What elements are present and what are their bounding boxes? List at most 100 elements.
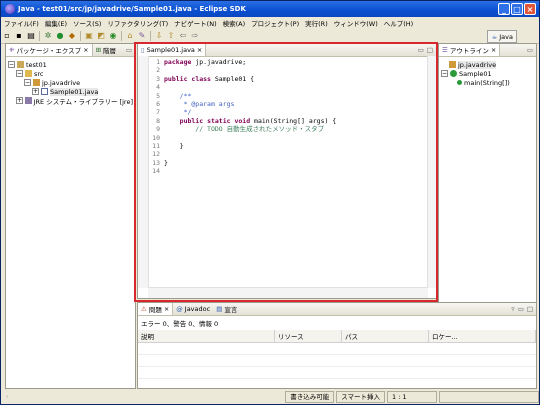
toolbar-separator (121, 31, 122, 41)
menu-project[interactable]: プロジェクト(P) (248, 18, 302, 28)
table-row (138, 378, 536, 388)
collapse-icon[interactable]: − (441, 70, 448, 77)
close-icon[interactable]: × (491, 46, 496, 54)
line-number: 12 (152, 150, 160, 159)
minimize-button[interactable]: _ (498, 3, 510, 15)
toolbar-separator (150, 31, 151, 41)
tree-item-jre[interactable]: + JRE システム・ライブラリー [jre] (8, 96, 133, 106)
java-perspective-icon: ☕ (491, 32, 498, 41)
status-writable: 書き込み可能 (285, 391, 335, 403)
column-path[interactable]: パス (341, 330, 429, 343)
source-folder-icon (25, 70, 32, 77)
forward-icon[interactable]: ⇨ (190, 31, 200, 41)
maximize-view-icon[interactable]: □ (527, 305, 533, 313)
tree-item-package[interactable]: − jp.javadrive (8, 78, 133, 87)
tab-package-explorer[interactable]: ⁜ パッケージ・エクスプ × (6, 44, 93, 56)
new-package-icon[interactable]: ◩ (96, 31, 106, 41)
tab-declaration[interactable]: ▤ 宣言 (213, 303, 240, 315)
expand-icon[interactable]: + (16, 97, 23, 104)
menu-refactor[interactable]: リファクタリング(T) (104, 18, 171, 28)
tree-item-src[interactable]: − src (8, 69, 133, 78)
next-annotation-icon[interactable]: ⇩ (154, 31, 164, 41)
view-menu-icon[interactable]: ▿ (511, 305, 514, 313)
line-number: 8 (156, 116, 160, 125)
main-toolbar: ▫ ▪ ▤ ✲ ● ◆ ▣ ◩ ◉ ⌂ ✎ ⇩ ⇧ ⇦ ⇨ ☕ Java (1, 29, 539, 44)
search-icon[interactable]: ✎ (137, 31, 147, 41)
menu-window[interactable]: ウィンドウ(W) (331, 18, 381, 28)
external-tools-icon[interactable]: ◆ (67, 31, 77, 41)
minimize-view-icon[interactable]: ▭ (126, 46, 132, 54)
column-description[interactable]: 説明 (138, 330, 275, 343)
run-icon[interactable]: ● (55, 31, 65, 41)
menu-file[interactable]: ファイル(F) (1, 18, 42, 28)
outline-item-class[interactable]: − Sample01 (441, 69, 534, 78)
close-icon[interactable]: × (197, 46, 202, 54)
menu-navigate[interactable]: ナビゲート(N) (171, 18, 219, 28)
menu-help[interactable]: ヘルプ(H) (381, 18, 416, 28)
java-file-icon (41, 88, 48, 95)
tab-hierarchy[interactable]: ⊞ 階層 (93, 44, 119, 56)
code-line: 9 // TODO 自動生成されたメソッド・スタブ (148, 125, 428, 133)
method-icon (457, 80, 462, 85)
tree-label: JRE システム・ライブラリー [jre] (33, 97, 133, 106)
debug-icon[interactable]: ✲ (43, 31, 53, 41)
tree-label: Sample01 (459, 69, 492, 78)
package-explorer-view: ⁜ パッケージ・エクスプ × ⊞ 階層 ▭ − test01 − src − j… (5, 43, 136, 389)
code-line: 10 (148, 134, 428, 142)
tab-outline[interactable]: ☰ アウトライン × (439, 44, 501, 56)
code-line: 8 public static void main(String[] args)… (148, 117, 428, 125)
class-icon (450, 70, 457, 77)
tab-sample01-java[interactable]: ▯ Sample01.java × (138, 44, 207, 56)
editor-vertical-scrollbar[interactable] (427, 56, 436, 288)
column-resource[interactable]: リソース (274, 330, 342, 343)
minimize-view-icon[interactable]: ▭ (527, 46, 533, 54)
menu-edit[interactable]: 編集(E) (42, 18, 70, 28)
menu-search[interactable]: 検索(A) (220, 18, 249, 28)
code-text: } (164, 141, 184, 150)
menu-source[interactable]: ソース(S) (70, 18, 104, 28)
save-icon[interactable]: ▪ (14, 31, 24, 41)
expand-icon[interactable]: + (32, 88, 39, 95)
tab-javadoc[interactable]: @ Javadoc (173, 303, 213, 315)
code-line: 4 (148, 83, 428, 91)
hierarchy-icon: ⊞ (95, 46, 102, 54)
code-area[interactable]: 1 package jp.javadrive; 2 3 public class S… (138, 56, 436, 288)
package-explorer-header: ⁜ パッケージ・エクスプ × ⊞ 階層 ▭ (6, 44, 135, 57)
previous-annotation-icon[interactable]: ⇧ (166, 31, 176, 41)
new-java-project-icon[interactable]: ▣ (84, 31, 94, 41)
collapse-icon[interactable]: − (16, 70, 23, 77)
tree-item-project[interactable]: − test01 (8, 60, 133, 69)
minimize-view-icon[interactable]: ▭ (418, 46, 424, 54)
collapse-icon[interactable]: − (24, 79, 31, 86)
package-tree: − test01 − src − jp.javadrive + Sample01… (6, 57, 135, 108)
back-icon[interactable]: ⇦ (178, 31, 188, 41)
column-location[interactable]: ロケー... (428, 330, 536, 343)
maximize-button[interactable]: □ (511, 3, 523, 15)
open-type-icon[interactable]: ⌂ (125, 31, 135, 41)
new-icon[interactable]: ▫ (2, 31, 12, 41)
project-icon (17, 61, 24, 68)
minimize-view-icon[interactable]: ▭ (518, 305, 524, 313)
code-line: 13} (148, 159, 428, 167)
close-icon[interactable]: × (83, 46, 88, 54)
code-text: package jp.javadrive; (164, 58, 247, 66)
code-line: 14 (148, 167, 428, 175)
outline-item-package[interactable]: jp.javadrive (441, 60, 534, 69)
title-bar: Java - test01/src/jp/javadrive/Sample01.… (1, 1, 539, 17)
code-lines: 1 package jp.javadrive; 2 3 public class S… (148, 58, 428, 175)
tab-problems[interactable]: ⚠ 問題 × (138, 303, 174, 315)
problems-table: 説明 リソース パス ロケー... (138, 330, 536, 388)
menu-run[interactable]: 実行(R) (302, 18, 331, 28)
code-text: } (164, 158, 168, 167)
table-row (138, 354, 536, 367)
java-perspective-button[interactable]: ☕ Java (487, 30, 517, 43)
close-button[interactable]: × (524, 3, 536, 15)
editor-horizontal-scrollbar[interactable] (148, 287, 428, 298)
close-icon[interactable]: × (164, 305, 169, 313)
maximize-view-icon[interactable]: □ (427, 46, 433, 54)
tree-label: jp.javadrive (42, 78, 81, 87)
print-icon[interactable]: ▤ (26, 31, 36, 41)
outline-item-method[interactable]: main(String[]) (441, 78, 534, 87)
collapse-icon[interactable]: − (8, 61, 15, 68)
new-class-icon[interactable]: ◉ (108, 31, 118, 41)
